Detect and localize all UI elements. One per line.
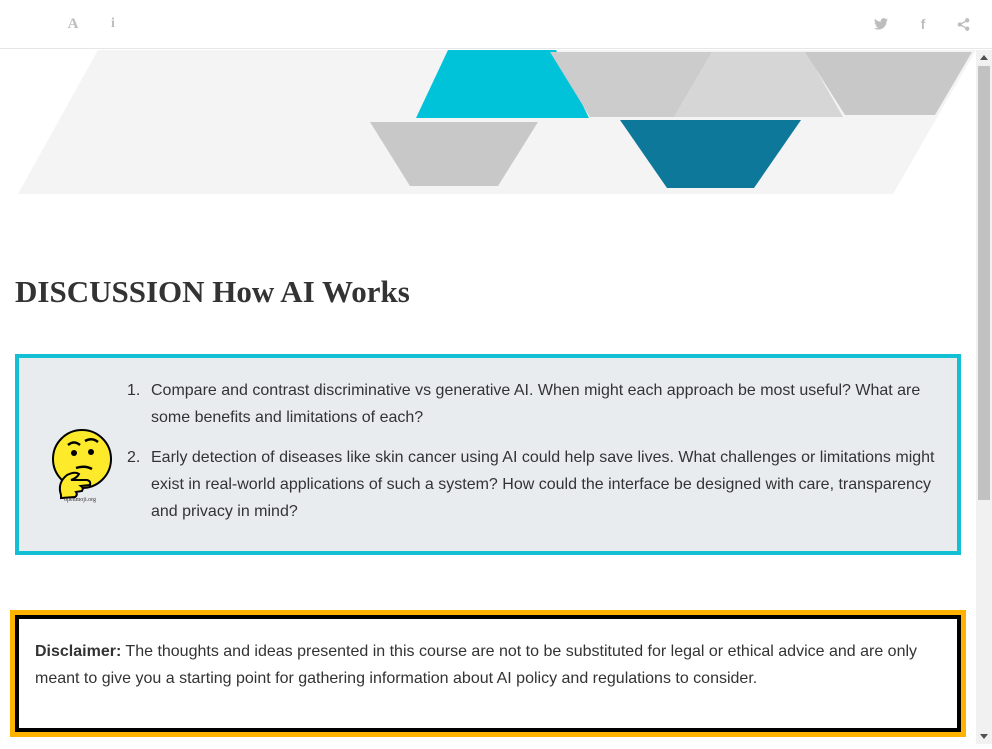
list-number: 2.: [127, 449, 141, 466]
question-text: Compare and contrast discriminative vs g…: [151, 382, 921, 426]
list-item: 1. Compare and contrast discriminative v…: [127, 377, 941, 431]
scroll-down-arrow-icon[interactable]: [976, 728, 992, 744]
facebook-icon[interactable]: f: [913, 14, 933, 34]
disclaimer-label: Disclaimer:: [35, 643, 122, 660]
discussion-questions: 1. Compare and contrast discriminative v…: [127, 377, 941, 538]
disclaimer-box: Disclaimer: The thoughts and ideas prese…: [10, 610, 966, 737]
scroll-up-arrow-icon[interactable]: [976, 50, 992, 66]
vertical-scrollbar[interactable]: [976, 50, 992, 744]
page-content: DISCUSSION How AI Works openmoji.org 1. …: [0, 50, 976, 744]
list-item: 2. Early detection of diseases like skin…: [127, 444, 941, 525]
scrollbar-thumb[interactable]: [978, 66, 990, 500]
top-toolbar: A i f: [0, 0, 992, 49]
disclaimer-inner: Disclaimer: The thoughts and ideas prese…: [19, 619, 957, 728]
question-text: Early detection of diseases like skin ca…: [151, 449, 935, 520]
disclaimer-text: Disclaimer: The thoughts and ideas prese…: [35, 638, 945, 692]
thinking-face-icon: openmoji.org: [52, 429, 112, 503]
page-title: DISCUSSION How AI Works: [15, 274, 410, 309]
discussion-box: openmoji.org 1. Compare and contrast dis…: [15, 354, 961, 555]
disclaimer-body: The thoughts and ideas presented in this…: [35, 643, 918, 687]
twitter-icon[interactable]: [871, 14, 891, 34]
list-number: 1.: [127, 382, 141, 399]
info-icon[interactable]: i: [103, 14, 123, 34]
banner-image: [18, 50, 976, 194]
font-settings-icon[interactable]: A: [63, 14, 83, 34]
emoji-credit: openmoji.org: [64, 497, 96, 503]
share-icon[interactable]: [953, 14, 973, 34]
